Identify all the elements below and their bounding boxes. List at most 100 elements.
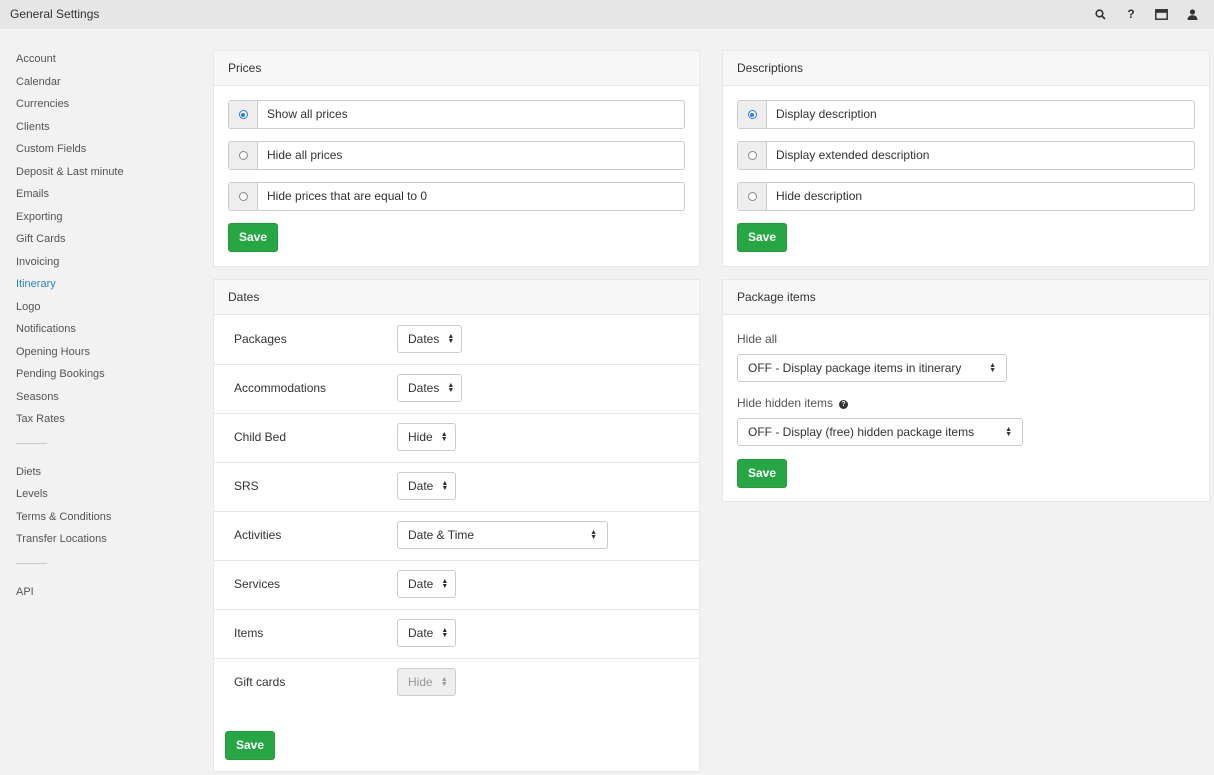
sidebar-item-custom-fields[interactable]: Custom Fields: [16, 142, 186, 165]
radio-button[interactable]: [229, 101, 258, 128]
select-caret-icon: ▲ ▼: [1005, 426, 1012, 438]
dates-row-label: Child Bed: [234, 430, 287, 444]
help-icon[interactable]: ?: [1122, 5, 1140, 23]
sidebar-item-transfer-locations[interactable]: Transfer Locations: [16, 532, 186, 555]
sidebar-item-api[interactable]: API: [16, 585, 186, 608]
sidebar-item-notifications[interactable]: Notifications: [16, 322, 186, 345]
sidebar-item-clients[interactable]: Clients: [16, 120, 186, 143]
dates-row-packages: Packages Dates ▲ ▼: [214, 316, 700, 365]
prices-save-button[interactable]: Save: [228, 223, 279, 252]
radio-checked-icon: [747, 110, 757, 119]
sidebar-item-gift-cards[interactable]: Gift Cards: [16, 232, 186, 255]
radio-unchecked-icon: [238, 151, 248, 160]
select-value: Date: [408, 577, 434, 591]
sidebar-item-terms-and-conditions[interactable]: Terms & Conditions: [16, 510, 186, 533]
select-value: Dates: [408, 381, 440, 395]
gift-cards-date-format-select: Hide ▲ ▼: [397, 668, 456, 696]
descriptions-card-title: Descriptions: [723, 51, 1209, 86]
hide-hidden-items-select-value: OFF - Display (free) hidden package item…: [748, 425, 975, 439]
sidebar-item-currencies[interactable]: Currencies: [16, 97, 186, 120]
user-icon[interactable]: [1183, 5, 1201, 23]
sidebar-item-diets[interactable]: Diets: [16, 465, 186, 488]
descriptions-option-hide-description[interactable]: Hide description: [737, 182, 1195, 211]
settings-sidebar: Account Calendar Currencies Clients Custom F…: [16, 52, 186, 607]
radio-button[interactable]: [229, 142, 258, 169]
select-value: Dates: [408, 332, 440, 346]
select-caret-icon: ▲ ▼: [441, 627, 449, 639]
hide-all-label: Hide all: [737, 332, 778, 346]
sidebar-item-seasons[interactable]: Seasons: [16, 390, 186, 413]
radio-unchecked-icon: [238, 192, 248, 201]
select-caret-icon: ▲ ▼: [440, 431, 448, 443]
radio-button[interactable]: [738, 142, 767, 169]
sidebar-item-deposit-and-last-minute[interactable]: Deposit & Last minute: [16, 165, 186, 188]
select-value: Hide: [408, 675, 433, 689]
accommodations-date-format-select[interactable]: Dates ▲ ▼: [397, 374, 462, 402]
radio-button[interactable]: [229, 183, 258, 210]
descriptions-save-button[interactable]: Save: [737, 223, 788, 252]
descriptions-option-display-description[interactable]: Display description: [737, 100, 1195, 129]
hide-hidden-items-select[interactable]: OFF - Display (free) hidden package item…: [737, 418, 1023, 446]
sidebar-item-emails[interactable]: Emails: [16, 187, 186, 210]
select-caret-icon: ▲ ▼: [989, 362, 996, 374]
hide-all-select-value: OFF - Display package items in itinerary: [748, 361, 962, 375]
dates-row-label: Packages: [234, 332, 287, 346]
package-items-card-title: Package items: [723, 280, 1209, 315]
radio-button[interactable]: [738, 101, 767, 128]
select-caret-icon: ▲ ▼: [590, 529, 597, 541]
top-bar: General Settings ?: [0, 0, 1214, 29]
dates-row-label: Activities: [234, 528, 282, 542]
services-date-format-select[interactable]: Date ▲ ▼: [397, 570, 456, 598]
sidebar-item-pending-bookings[interactable]: Pending Bookings: [16, 367, 186, 390]
dates-row-child-bed: Child Bed Hide ▲ ▼: [214, 414, 700, 463]
package-items-save-button[interactable]: Save: [737, 459, 788, 488]
hide-hidden-items-label-wrap: Hide hidden items?: [737, 396, 849, 410]
dates-row-services: Services Date ▲ ▼: [214, 561, 700, 610]
items-date-format-select[interactable]: Date ▲ ▼: [397, 619, 456, 647]
select-value: Hide: [408, 430, 433, 444]
select-caret-icon: ▲ ▼: [440, 676, 448, 688]
display-icon[interactable]: [1152, 5, 1170, 23]
dates-row-activities: Activities Date & Time ▲ ▼: [214, 512, 700, 561]
prices-card: Prices Show all prices Hide all prices Hid…: [213, 50, 700, 267]
activities-date-format-select[interactable]: Date & Time ▲ ▼: [397, 521, 608, 549]
sidebar-item-account[interactable]: Account: [16, 52, 186, 75]
packages-date-format-select[interactable]: Dates ▲ ▼: [397, 325, 462, 353]
prices-card-title: Prices: [214, 51, 699, 86]
child-bed-date-format-select[interactable]: Hide ▲ ▼: [397, 423, 456, 451]
dates-row-items: Items Date ▲ ▼: [214, 610, 700, 659]
descriptions-option-display-extended-description[interactable]: Display extended description: [737, 141, 1195, 170]
descriptions-card: Descriptions Display description Display …: [722, 50, 1210, 267]
help-tooltip-icon[interactable]: ?: [839, 400, 849, 409]
sidebar-item-exporting[interactable]: Exporting: [16, 210, 186, 233]
dates-row-label: Gift cards: [234, 675, 286, 689]
radio-label: Hide prices that are equal to 0: [267, 189, 428, 203]
prices-option-hide-prices-that-are-equal-to-0[interactable]: Hide prices that are equal to 0: [228, 182, 685, 211]
prices-option-hide-all-prices[interactable]: Hide all prices: [228, 141, 685, 170]
select-caret-icon: ▲ ▼: [441, 578, 449, 590]
radio-button[interactable]: [738, 183, 767, 210]
sidebar-item-levels[interactable]: Levels: [16, 487, 186, 510]
dates-save-button[interactable]: Save: [225, 731, 276, 760]
select-caret-icon: ▲ ▼: [447, 382, 455, 394]
sidebar-item-calendar[interactable]: Calendar: [16, 75, 186, 98]
sidebar-item-itinerary[interactable]: Itinerary: [16, 277, 186, 300]
select-value: Date & Time: [408, 528, 475, 542]
srs-date-format-select[interactable]: Date ▲ ▼: [397, 472, 456, 500]
sidebar-divider: [16, 562, 47, 564]
sidebar-item-opening-hours[interactable]: Opening Hours: [16, 345, 186, 368]
hide-all-select[interactable]: OFF - Display package items in itinerary…: [737, 354, 1007, 382]
radio-label: Display extended description: [776, 148, 930, 162]
dates-row-label: Services: [234, 577, 281, 591]
dates-row-gift-cards: Gift cards Hide ▲ ▼: [214, 659, 700, 708]
radio-label: Hide all prices: [267, 148, 343, 162]
hide-hidden-items-label: Hide hidden items: [737, 396, 834, 410]
select-value: Date: [408, 626, 434, 640]
sidebar-item-tax-rates[interactable]: Tax Rates: [16, 412, 186, 435]
sidebar-item-logo[interactable]: Logo: [16, 300, 186, 323]
search-icon[interactable]: [1091, 5, 1109, 23]
radio-label: Display description: [776, 107, 877, 121]
sidebar-divider: [16, 442, 47, 444]
prices-option-show-all-prices[interactable]: Show all prices: [228, 100, 685, 129]
sidebar-item-invoicing[interactable]: Invoicing: [16, 255, 186, 278]
